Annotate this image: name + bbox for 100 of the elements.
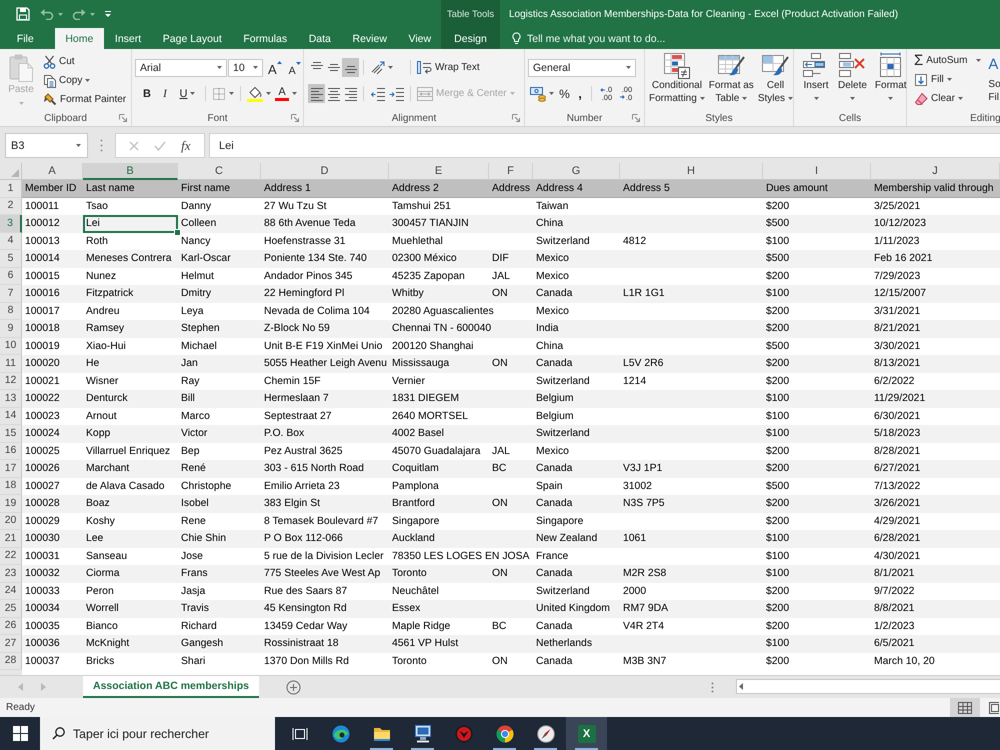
row-header[interactable]: 27 [0,635,22,652]
comma-button[interactable]: , [573,84,587,103]
fill-button[interactable]: Fill [912,70,984,89]
column-header[interactable]: F [489,163,533,180]
align-left-button[interactable] [308,84,325,103]
sheet-tab[interactable]: Association ABC memberships [83,676,259,698]
bold-button[interactable]: B [138,84,156,103]
row-header[interactable]: 6 [0,268,22,285]
row-header[interactable]: 19 [0,495,22,512]
format-painter-button[interactable]: Format Painter [41,90,128,109]
row-header[interactable]: 2 [0,198,22,215]
row-header[interactable]: 8 [0,302,22,320]
format-as-table-button[interactable]: Format as Table [706,49,756,105]
row-header[interactable]: 13 [0,390,22,408]
italic-button[interactable]: I [156,84,174,103]
column-header[interactable]: I [763,163,871,180]
fill-color-button[interactable] [245,84,273,103]
normal-view-button[interactable] [950,698,980,717]
fill-handle[interactable] [175,230,180,235]
row-header[interactable]: 17 [0,460,22,478]
delete-cells-button[interactable]: Delete [836,49,869,105]
formula-field[interactable]: Lei [209,133,1000,158]
row-header[interactable]: 10 [0,338,22,355]
row-header[interactable]: 4 [0,232,22,250]
font-name-dropdown[interactable]: Arial [135,58,227,76]
horizontal-scrollbar[interactable] [736,679,1000,694]
percent-button[interactable]: % [556,84,573,103]
column-header[interactable]: C [178,163,261,180]
ribbon-tab[interactable]: File [6,28,45,49]
row-header[interactable]: 21 [0,530,22,548]
dialog-launcher-icon[interactable] [291,114,300,122]
row-header[interactable]: 20 [0,512,22,530]
cut-button[interactable]: Cut [41,52,128,71]
save-icon[interactable] [16,7,30,21]
tell-me-field[interactable]: Tell me what you want to do... [527,32,717,44]
cell-styles-button[interactable]: Cell Styles [756,49,796,105]
column-header[interactable]: A [22,163,83,180]
row-header[interactable]: 5 [0,250,22,268]
ribbon-tab[interactable]: Home [54,28,104,49]
format-cells-button[interactable]: Format [872,49,909,105]
taskbar-button[interactable]: X [566,717,607,750]
ribbon-tab[interactable]: Data [298,28,342,49]
search-field[interactable]: Taper ici pour rechercher [40,717,275,750]
column-header[interactable]: D [261,163,389,180]
accounting-format-button[interactable] [528,84,556,103]
caret-icon [958,97,963,100]
plus-icon[interactable] [286,680,301,694]
row-header[interactable]: 22 [0,548,22,565]
row-header[interactable]: 9 [0,320,22,338]
underline-button[interactable]: U [174,84,201,103]
ribbon-tab[interactable]: Page Layout [152,28,233,49]
name-box[interactable]: B3 [5,133,88,158]
triangle-left-icon[interactable] [739,683,743,690]
table-cell-text: 10/12/2023 [873,217,928,232]
row-header[interactable]: 15 [0,425,22,442]
number-format-dropdown[interactable]: General [528,58,636,76]
table-cell-text: China [535,340,564,354]
column-header[interactable]: G [533,163,620,180]
conditional-formatting-button[interactable]: Conditional Formatting [647,49,707,105]
ribbon-tab[interactable]: Formulas [232,28,298,49]
grip-icon[interactable] [711,682,714,692]
row-header[interactable]: 3 [0,215,22,232]
row-header[interactable]: 12 [0,372,22,390]
row-header[interactable]: 18 [0,478,22,495]
row-header[interactable]: 16 [0,442,22,460]
row-header[interactable]: 11 [0,355,22,372]
customize-icon[interactable] [104,10,112,18]
row-header[interactable]: 1 [0,180,22,198]
align-bottom-button[interactable] [342,58,359,77]
round-badge-icon [454,724,472,742]
sort-filter-button[interactable]: A So Fil [986,49,1000,104]
ribbon-tab[interactable]: Insert [104,28,152,49]
ribbon-tab[interactable]: View [398,28,442,49]
font-size-dropdown[interactable]: 10 [228,58,263,76]
ribbon-tab[interactable]: Design [443,28,498,49]
row-header[interactable]: 14 [0,408,22,425]
row-header[interactable]: 23 [0,565,22,582]
dialog-launcher-icon[interactable] [632,114,640,122]
dialog-launcher-icon[interactable] [512,114,520,122]
insert-cells-button[interactable]: Insert [800,49,832,105]
row-header[interactable]: 7 [0,285,22,302]
column-header[interactable]: E [389,163,489,180]
dialog-launcher-icon[interactable] [119,114,127,122]
column-header[interactable]: B [83,163,178,180]
grow-font-button[interactable]: A [266,58,284,77]
column-header[interactable]: J [871,163,1000,180]
autosum-button[interactable]: Σ AutoSum [912,51,984,70]
wrap-text-button[interactable]: Wrap Text [415,58,482,77]
copy-button[interactable]: Copy [41,71,128,90]
shrink-font-button[interactable]: A [286,58,303,77]
clear-button[interactable]: Clear [912,89,984,108]
ribbon-tab[interactable]: Review [342,28,398,49]
column-header[interactable]: H [620,163,763,180]
font-color-button[interactable]: A [273,84,299,103]
row-header[interactable]: 24 [0,582,22,600]
insert-function-button[interactable]: fx [181,138,191,154]
table-cell[interactable]: Lei [83,215,178,232]
row-header[interactable]: 28 [0,652,22,670]
row-header[interactable]: 25 [0,600,22,618]
row-header[interactable]: 26 [0,618,22,635]
